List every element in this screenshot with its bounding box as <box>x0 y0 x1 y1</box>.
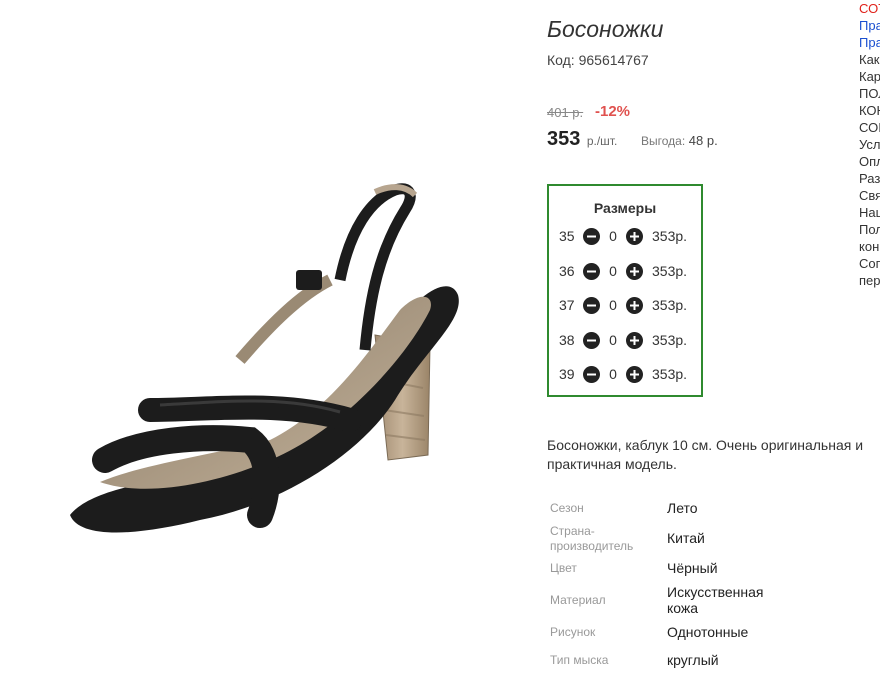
plus-icon[interactable] <box>626 331 643 349</box>
size-quantity: 0 <box>609 228 617 244</box>
size-price: 353р. <box>652 228 688 244</box>
attr-label-season: Сезон <box>550 501 584 515</box>
size-row: 37 0 353р. <box>559 295 687 315</box>
attr-value-season: Лето <box>667 500 698 516</box>
attr-value-material: Искусственная кожа <box>667 584 764 616</box>
attr-value-country: Китай <box>667 530 705 546</box>
attr-label-country: Страна-производитель <box>550 524 634 553</box>
minus-icon[interactable] <box>583 296 600 314</box>
product-description: Босоножки, каблук 10 см. Очень оригиналь… <box>547 437 864 472</box>
sizes-title: Размеры <box>593 200 657 216</box>
size-number: 38 <box>559 332 575 348</box>
size-price: 353р. <box>652 332 688 348</box>
right-item[interactable]: Сог <box>859 255 880 272</box>
right-item[interactable]: Свя <box>859 187 880 204</box>
plus-icon[interactable] <box>626 296 643 314</box>
right-item[interactable]: Раз <box>859 170 880 187</box>
size-price: 353р. <box>652 366 688 382</box>
price: 353 р./шт. <box>547 128 617 151</box>
size-row: 35 0 353р. <box>559 226 687 246</box>
right-item[interactable]: кон <box>859 238 880 255</box>
right-item[interactable]: Наш <box>859 204 880 221</box>
attr-value-toe: круглый <box>667 652 719 668</box>
price-unit: р./шт. <box>586 134 618 148</box>
minus-icon[interactable] <box>583 262 600 280</box>
size-quantity: 0 <box>609 332 617 348</box>
attr-label-material: Материал <box>550 593 606 607</box>
discount-badge: -12% <box>595 103 631 120</box>
size-row: 39 0 353р. <box>559 364 687 384</box>
plus-icon[interactable] <box>626 365 643 383</box>
right-item[interactable]: пер <box>859 272 880 289</box>
size-number: 37 <box>559 297 575 313</box>
old-price: 401 р. <box>547 105 584 120</box>
size-number: 36 <box>559 263 575 279</box>
product-code: Код: 965614767 <box>547 52 649 68</box>
attr-label-color: Цвет <box>550 561 577 575</box>
benefit: Выгода: 48 р. <box>641 133 718 148</box>
attr-label-toe: Тип мыска <box>550 653 609 667</box>
size-price: 353р. <box>652 263 688 279</box>
right-info-column: СОТ Пра Пра Как Кар ПОЛ КОН СОІ Усл Опл … <box>859 0 880 289</box>
right-item[interactable]: СОІ <box>859 119 880 136</box>
right-item[interactable]: КОН <box>859 102 880 119</box>
product-title: Босоножки <box>547 16 664 42</box>
plus-icon[interactable] <box>626 227 643 245</box>
attr-value-color: Чёрный <box>667 560 718 576</box>
size-row: 38 0 353р. <box>559 330 687 350</box>
right-item[interactable]: Опл <box>859 153 880 170</box>
attr-label-pattern: Рисунок <box>550 625 596 639</box>
sizes-panel: Размеры 35 0 353р. 36 0 353р. 37 0 353р.… <box>547 184 703 397</box>
size-row: 36 0 353р. <box>559 261 687 281</box>
right-item[interactable]: Пол <box>859 221 880 238</box>
plus-icon[interactable] <box>626 262 643 280</box>
right-item[interactable]: Усл <box>859 136 880 153</box>
size-number: 39 <box>559 366 575 382</box>
product-image <box>70 183 459 533</box>
size-quantity: 0 <box>609 263 617 279</box>
right-item[interactable]: Как <box>859 51 880 68</box>
benefit-label: Выгода: <box>641 134 686 148</box>
benefit-value: 48 р. <box>688 133 718 148</box>
attr-value-pattern: Однотонные <box>667 624 749 640</box>
size-number: 35 <box>559 228 575 244</box>
right-link[interactable]: СОТ <box>859 0 880 17</box>
right-item[interactable]: ПОЛ <box>859 85 880 102</box>
size-quantity: 0 <box>609 297 617 313</box>
minus-icon[interactable] <box>583 227 600 245</box>
minus-icon[interactable] <box>583 331 600 349</box>
size-price: 353р. <box>652 297 688 313</box>
right-link[interactable]: Пра <box>859 34 880 51</box>
right-link[interactable]: Пра <box>859 17 880 34</box>
price-value: 353 <box>547 128 581 150</box>
size-quantity: 0 <box>609 366 617 382</box>
right-item[interactable]: Кар <box>859 68 880 85</box>
minus-icon[interactable] <box>583 365 600 383</box>
